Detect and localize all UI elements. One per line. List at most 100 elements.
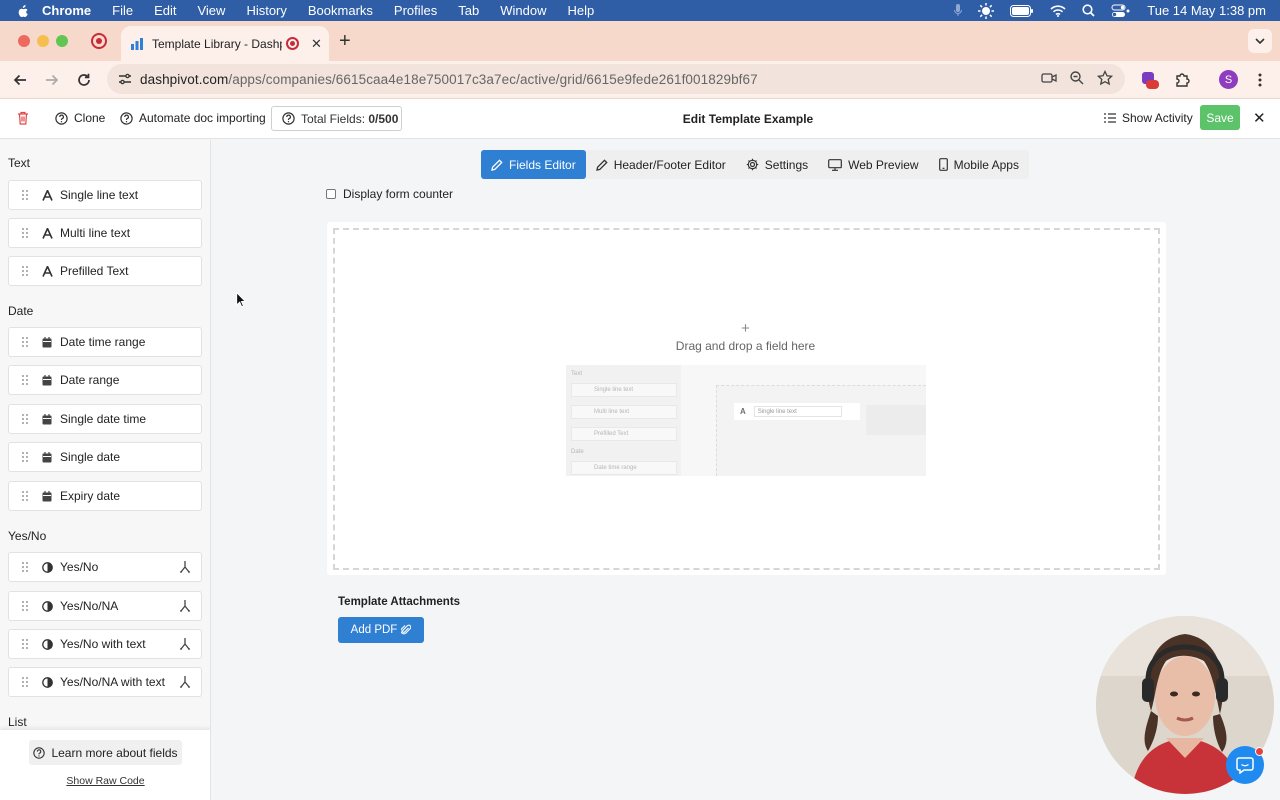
menu-app-chrome[interactable]: Chrome (42, 3, 91, 18)
menu-window[interactable]: Window (500, 3, 546, 18)
browser-tab-active[interactable]: Template Library - Dashpi ✕ (121, 26, 329, 61)
extensions-puzzle-button[interactable] (1172, 70, 1192, 90)
menu-tab[interactable]: Tab (458, 3, 479, 18)
window-zoom-button[interactable] (56, 35, 68, 47)
menu-edit[interactable]: Edit (154, 3, 176, 18)
forward-button[interactable] (42, 70, 62, 90)
address-bar[interactable]: dashpivot.com/apps/companies/6615caa4e18… (107, 64, 1125, 94)
back-button[interactable] (10, 70, 30, 90)
help-circle-icon (33, 746, 46, 759)
menu-file[interactable]: File (112, 3, 133, 18)
drag-handle-icon[interactable] (22, 677, 28, 687)
camera-icon[interactable] (1041, 70, 1057, 86)
field-item-single-date-time[interactable]: Single date time (8, 404, 202, 434)
field-item-label: Yes/No/NA with text (60, 675, 165, 689)
menubar-clock[interactable]: Tue 14 May 1:38 pm (1147, 3, 1266, 18)
learn-more-button[interactable]: Learn more about fields (29, 740, 182, 765)
field-item-label: Multi line text (60, 226, 131, 240)
menu-view[interactable]: View (197, 3, 225, 18)
field-item-yes-no-with-text[interactable]: Yes/No with text (8, 629, 202, 659)
menu-bookmarks[interactable]: Bookmarks (308, 3, 373, 18)
field-item-multi-line-text[interactable]: Multi line text (8, 218, 202, 248)
drag-handle-icon[interactable] (22, 639, 28, 649)
profile-avatar[interactable]: S (1219, 70, 1238, 89)
bookmark-star-icon[interactable] (1097, 70, 1113, 86)
add-pdf-button[interactable]: Add PDF (338, 617, 424, 643)
drag-drop-illustration: Text Single line text Multi line text Pr… (566, 365, 926, 476)
field-item-single-line-text[interactable]: Single line text (8, 180, 202, 210)
menu-help[interactable]: Help (568, 3, 595, 18)
field-item-expiry-date[interactable]: Expiry date (8, 481, 202, 511)
close-editor-icon[interactable]: ✕ (1253, 109, 1266, 127)
recording-icon[interactable] (91, 33, 107, 49)
window-close-button[interactable] (18, 35, 30, 47)
drag-handle-icon[interactable] (22, 601, 28, 611)
tab-fields-editor[interactable]: Fields Editor (481, 150, 586, 179)
illustration-side-block (866, 405, 926, 435)
phone-icon (938, 158, 948, 171)
battery-icon[interactable] (1010, 4, 1034, 17)
text-a-icon (41, 227, 53, 239)
save-button[interactable]: Save (1200, 105, 1240, 130)
field-item-label: Yes/No (60, 560, 99, 574)
field-item-label: Expiry date (60, 489, 121, 503)
tab-header-footer-editor[interactable]: Header/Footer Editor (586, 150, 736, 179)
drag-handle-icon[interactable] (22, 414, 28, 424)
drag-handle-icon[interactable] (22, 562, 28, 572)
text-a-icon (41, 189, 53, 201)
learn-more-label: Learn more about fields (51, 745, 178, 760)
tab-web-preview[interactable]: Web Preview (818, 150, 928, 179)
field-item-label: Single date (60, 450, 121, 464)
paperclip-icon (401, 624, 412, 635)
field-item-yes-no[interactable]: Yes/No (8, 552, 202, 582)
tab-recording-icon (286, 37, 299, 50)
monitor-icon (828, 158, 843, 171)
drag-handle-icon[interactable] (22, 452, 28, 462)
field-item-yes-no-na[interactable]: Yes/No/NA (8, 591, 202, 621)
tab-label: Header/Footer Editor (613, 157, 726, 172)
url-text[interactable]: dashpivot.com/apps/companies/6615caa4e18… (140, 72, 758, 87)
browser-menu-button[interactable] (1250, 70, 1270, 90)
tab-search-button[interactable] (1248, 29, 1272, 53)
apple-icon[interactable] (16, 4, 30, 18)
drag-handle-icon[interactable] (22, 190, 28, 200)
tab-close-icon[interactable]: ✕ (311, 36, 322, 52)
tab-mobile-apps[interactable]: Mobile Apps (929, 150, 1029, 179)
branch-icon (180, 600, 190, 612)
show-activity-button[interactable]: Show Activity (1104, 111, 1193, 125)
new-tab-button[interactable]: + (339, 30, 351, 53)
zoom-icon[interactable] (1069, 70, 1085, 86)
macos-menubar: Chrome File Edit View History Bookmarks … (0, 0, 1280, 21)
brightness-icon[interactable] (978, 2, 995, 19)
field-item-single-date[interactable]: Single date (8, 442, 202, 472)
field-item-yes-no-na-with-text[interactable]: Yes/No/NA with text (8, 667, 202, 697)
field-item-label: Yes/No with text (60, 637, 146, 651)
drag-handle-icon[interactable] (22, 375, 28, 385)
illustration-sidebar (566, 365, 681, 476)
template-header-bar: Clone Automate doc importing Total Field… (0, 99, 1280, 139)
window-minimize-button[interactable] (37, 35, 49, 47)
site-settings-icon[interactable] (116, 70, 134, 88)
display-form-counter-toggle[interactable]: Display form counter (326, 187, 453, 201)
illustration-item: Multi line text (571, 405, 677, 419)
wifi-icon[interactable] (1050, 4, 1066, 17)
menu-profiles[interactable]: Profiles (394, 3, 437, 18)
microphone-icon[interactable] (954, 4, 963, 17)
field-item-prefilled-text[interactable]: Prefilled Text (8, 256, 202, 286)
chat-bubble-icon (1236, 757, 1254, 774)
show-raw-code-link[interactable]: Show Raw Code (0, 775, 210, 787)
calendar-icon (41, 490, 53, 502)
field-item-date-range[interactable]: Date range (8, 365, 202, 395)
control-center-icon[interactable] (1111, 4, 1131, 18)
tab-settings[interactable]: Settings (736, 150, 818, 179)
menu-history[interactable]: History (246, 3, 286, 18)
drag-handle-icon[interactable] (22, 266, 28, 276)
display-form-counter-checkbox[interactable] (326, 189, 336, 199)
extension-icon[interactable] (1140, 70, 1160, 90)
reload-button[interactable] (74, 70, 94, 90)
branch-icon (180, 676, 190, 688)
spotlight-search-icon[interactable] (1082, 4, 1095, 17)
drag-handle-icon[interactable] (22, 491, 28, 501)
drag-handle-icon[interactable] (22, 228, 28, 238)
list-icon (1104, 113, 1116, 123)
